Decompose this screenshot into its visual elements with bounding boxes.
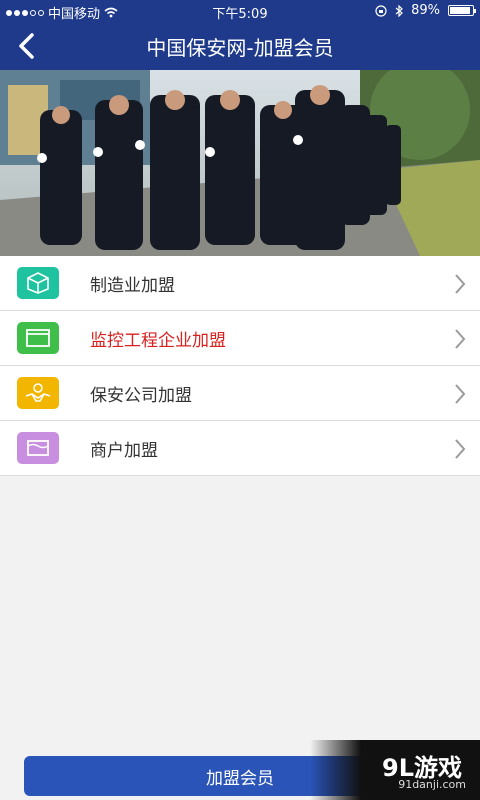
menu-item-label: 保安公司加盟 bbox=[90, 385, 192, 406]
status-bar: 中国移动 下午5:09 89% bbox=[0, 0, 480, 22]
watermark-url: 91danji.com bbox=[398, 778, 466, 791]
menu-item-monitoring-engineering[interactable]: 监控工程企业加盟 bbox=[0, 311, 480, 366]
page-title: 中国保安网-加盟会员 bbox=[146, 36, 334, 60]
menu-item-label: 监控工程企业加盟 bbox=[90, 330, 226, 351]
chevron-right-icon bbox=[455, 439, 466, 459]
menu-item-label: 制造业加盟 bbox=[90, 275, 175, 296]
chevron-right-icon bbox=[455, 329, 466, 349]
membership-menu: 制造业加盟 监控工程企业加盟 保安公司加盟 商户加盟 bbox=[0, 256, 480, 476]
storefront-icon bbox=[17, 432, 59, 464]
menu-item-label: 商户加盟 bbox=[90, 440, 158, 461]
menu-item-security-company[interactable]: 保安公司加盟 bbox=[0, 366, 480, 421]
security-guards-marching-photo bbox=[0, 70, 480, 256]
site-watermark: 9L游戏 91danji.com bbox=[310, 740, 480, 800]
battery-percent: 89% bbox=[411, 3, 440, 18]
banner-image bbox=[0, 70, 480, 256]
chevron-right-icon bbox=[455, 384, 466, 404]
navigation-bar: 中国保安网-加盟会员 bbox=[0, 22, 480, 70]
monitor-window-icon bbox=[17, 322, 59, 354]
handshake-icon bbox=[17, 377, 59, 409]
status-right: 89% bbox=[375, 3, 476, 18]
battery-icon bbox=[448, 5, 476, 16]
menu-item-manufacturing[interactable]: 制造业加盟 bbox=[0, 256, 480, 311]
bluetooth-icon bbox=[395, 4, 403, 17]
orientation-lock-icon bbox=[375, 4, 387, 17]
chevron-right-icon bbox=[455, 274, 466, 294]
menu-item-merchant[interactable]: 商户加盟 bbox=[0, 421, 480, 476]
box-icon bbox=[17, 267, 59, 299]
